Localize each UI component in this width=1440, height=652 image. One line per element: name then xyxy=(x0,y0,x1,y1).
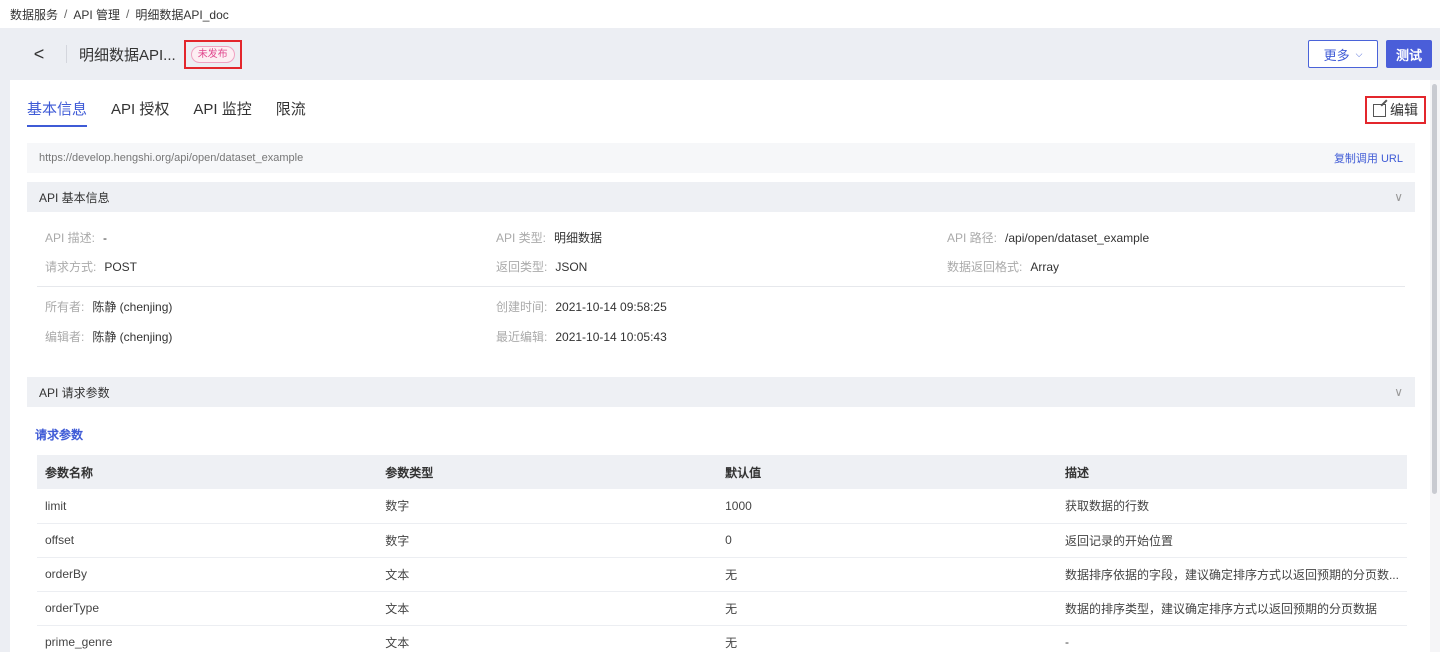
cell-description: 返回记录的开始位置 xyxy=(1056,523,1407,558)
cell-param-name: limit xyxy=(37,489,378,524)
tab-rate-limit[interactable]: 限流 xyxy=(276,98,306,127)
url-bar: https://develop.hengshi.org/api/open/dat… xyxy=(27,143,1415,173)
info-api-type: API 类型: 明细数据 xyxy=(496,231,603,245)
column-header: 参数名称 xyxy=(37,455,378,489)
cell-default: 无 xyxy=(717,625,1057,652)
cell-param-type: 数字 xyxy=(377,523,718,558)
scrollbar-thumb[interactable] xyxy=(1432,84,1437,494)
info-owner: 所有者: 陈静 (chenjing) xyxy=(45,300,173,314)
vertical-scrollbar[interactable] xyxy=(1430,80,1440,652)
more-button[interactable]: 更多 ⌵ xyxy=(1308,40,1378,68)
divider xyxy=(37,286,1405,287)
divider xyxy=(66,45,67,63)
page-header: < 明细数据API... 未发布 更多 ⌵ 测试 xyxy=(10,28,1440,80)
cell-default: 0 xyxy=(717,523,1057,558)
chevron-down-icon: ⌵ xyxy=(1355,48,1363,59)
cell-default: 无 xyxy=(717,557,1057,592)
cell-default: 无 xyxy=(717,591,1057,626)
breadcrumb-separator: / xyxy=(64,7,68,21)
cell-default: 1000 xyxy=(717,489,1057,524)
cell-description: 数据排序依据的字段，建议确定排序方式以返回预期的分页数... xyxy=(1056,557,1407,592)
breadcrumb-item-current: 明细数据API_doc xyxy=(135,7,229,22)
edit-icon xyxy=(1373,103,1386,117)
api-url: https://develop.hengshi.org/api/open/dat… xyxy=(39,152,304,164)
tab-basic-info[interactable]: 基本信息 xyxy=(27,98,88,127)
params-table: 参数名称 参数类型 默认值 描述 limit 数字 1000 获取数据的行数 o… xyxy=(37,455,1407,652)
info-api-description: API 描述: - xyxy=(45,231,108,245)
info-request-method: 请求方式: POST xyxy=(45,260,138,274)
cell-param-name: offset xyxy=(37,523,378,558)
info-last-edited: 最近编辑: 2021-10-14 10:05:43 xyxy=(496,330,667,344)
edit-button-label: 编辑 xyxy=(1390,102,1418,118)
info-created-time: 创建时间: 2021-10-14 09:58:25 xyxy=(496,300,667,314)
tab-api-monitor[interactable]: API 监控 xyxy=(193,98,251,127)
more-button-label: 更多 xyxy=(1323,47,1350,63)
info-editor: 编辑者: 陈静 (chenjing) xyxy=(45,330,173,344)
breadcrumb: 数据服务 / API 管理 / 明细数据API_doc xyxy=(0,0,1440,28)
section-title: API 请求参数 xyxy=(39,385,110,400)
main-content: 基本信息 API 授权 API 监控 限流 编辑 https://develop… xyxy=(10,80,1430,652)
status-highlight: 未发布 xyxy=(183,39,242,69)
section-title: API 基本信息 xyxy=(39,190,110,205)
cell-param-type: 文本 xyxy=(377,625,718,652)
table-header-row: 参数名称 参数类型 默认值 描述 xyxy=(37,455,1407,489)
edit-button[interactable]: 编辑 xyxy=(1365,96,1426,124)
chevron-down-icon: ∨ xyxy=(1394,190,1403,204)
breadcrumb-item-data-service[interactable]: 数据服务 xyxy=(10,6,58,23)
table-row: orderType 文本 无 数据的排序类型，建议确定排序方式以返回预期的分页数… xyxy=(37,591,1407,626)
column-header: 默认值 xyxy=(717,455,1057,489)
status-badge: 未发布 xyxy=(190,45,235,63)
info-return-format: 数据返回格式: Array xyxy=(947,260,1060,274)
chevron-down-icon: ∨ xyxy=(1394,385,1403,399)
table-row: orderBy 文本 无 数据排序依据的字段，建议确定排序方式以返回预期的分页数… xyxy=(37,557,1407,592)
breadcrumb-separator: / xyxy=(126,7,130,21)
tab-bar: 基本信息 API 授权 API 监控 限流 xyxy=(27,98,306,127)
table-row: limit 数字 1000 获取数据的行数 xyxy=(37,489,1407,524)
table-row: offset 数字 0 返回记录的开始位置 xyxy=(37,523,1407,558)
info-api-path: API 路径:/api/open/dataset_example xyxy=(947,231,1150,245)
cell-description: - xyxy=(1056,625,1407,652)
breadcrumb-item-api-management[interactable]: API 管理 xyxy=(73,6,120,23)
copy-url-link[interactable]: 复制调用 URL xyxy=(1334,150,1403,166)
info-return-type: 返回类型: JSON xyxy=(496,260,588,274)
cell-param-type: 文本 xyxy=(377,591,718,626)
page-title: 明细数据API... xyxy=(79,46,176,64)
column-header: 描述 xyxy=(1056,455,1407,489)
tab-api-auth[interactable]: API 授权 xyxy=(111,98,169,127)
cell-description: 获取数据的行数 xyxy=(1056,489,1407,524)
cell-param-name: orderBy xyxy=(37,557,378,592)
section-request-params-header[interactable]: API 请求参数 ∨ xyxy=(27,377,1415,407)
cell-param-type: 文本 xyxy=(377,557,718,592)
column-header: 参数类型 xyxy=(377,455,718,489)
cell-description: 数据的排序类型，建议确定排序方式以返回预期的分页数据 xyxy=(1056,591,1407,626)
section-basic-info-header[interactable]: API 基本信息 ∨ xyxy=(27,182,1415,212)
cell-param-name: prime_genre xyxy=(37,625,378,652)
cell-param-type: 数字 xyxy=(377,489,718,524)
test-button[interactable]: 测试 xyxy=(1386,40,1432,68)
cell-param-name: orderType xyxy=(37,591,378,626)
table-row: prime_genre 文本 无 - xyxy=(37,625,1407,652)
params-subtitle: 请求参数 xyxy=(35,428,84,442)
chevron-left-icon[interactable]: < xyxy=(24,44,54,65)
